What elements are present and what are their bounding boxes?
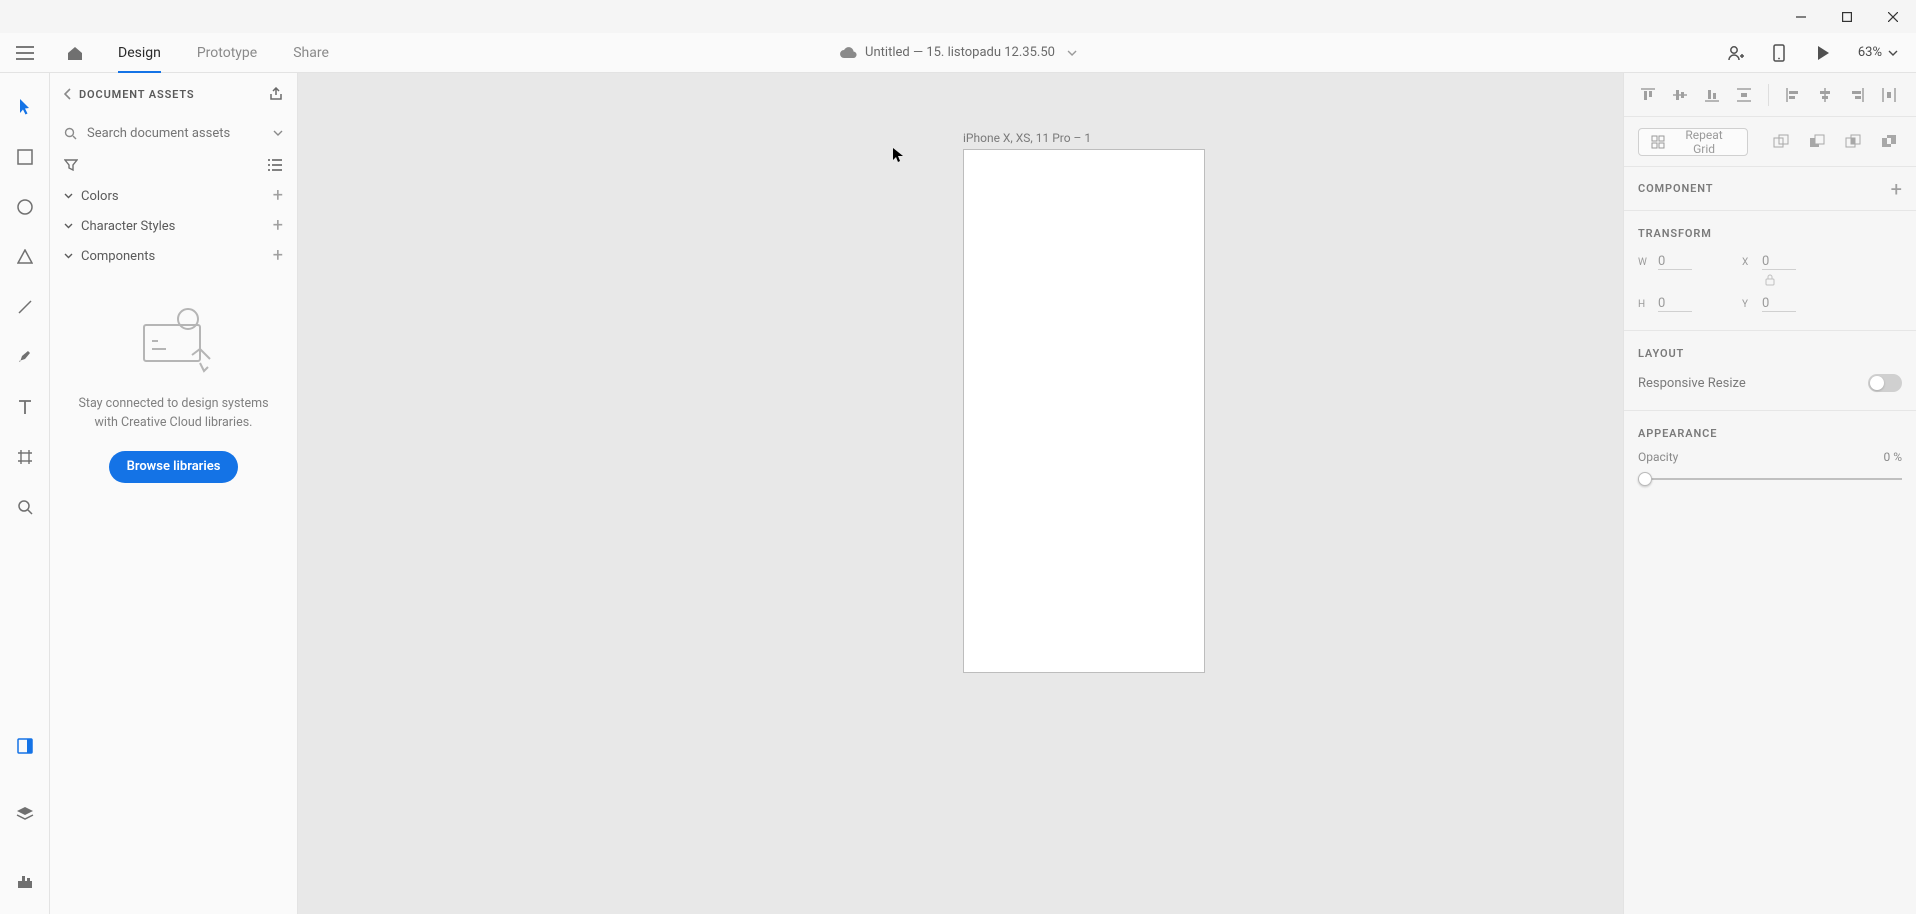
add-component-instance-button[interactable]: + — [1891, 177, 1902, 201]
artboard[interactable] — [963, 149, 1205, 673]
layers-panel-button[interactable] — [11, 800, 39, 828]
component-section-header: COMPONENT + — [1624, 167, 1916, 211]
tab-design[interactable]: Design — [100, 33, 179, 73]
assets-back-button[interactable] — [64, 88, 71, 100]
align-right-icon[interactable] — [1843, 81, 1871, 109]
width-field[interactable]: W 0 — [1638, 254, 1718, 270]
tab-share[interactable]: Share — [275, 33, 347, 73]
empty-message: Stay connected to design systems with Cr… — [70, 395, 277, 433]
assets-section-colors[interactable]: Colors + — [50, 181, 297, 211]
height-field[interactable]: H 0 — [1638, 296, 1718, 312]
add-component-button[interactable]: + — [273, 247, 283, 265]
filter-icon[interactable] — [64, 159, 78, 171]
assets-panel: DOCUMENT ASSETS — [50, 73, 298, 914]
zoom-tool[interactable] — [11, 493, 39, 521]
play-preview-button[interactable] — [1802, 33, 1844, 73]
transform-section: TRANSFORM W 0 X 0 — [1624, 211, 1916, 331]
align-top-icon[interactable] — [1634, 81, 1662, 109]
plugins-panel-button[interactable] — [11, 868, 39, 896]
text-tool[interactable] — [11, 393, 39, 421]
mobile-preview-button[interactable] — [1758, 33, 1800, 73]
select-tool[interactable] — [11, 93, 39, 121]
opacity-value: 0 % — [1883, 450, 1902, 464]
artboard-tool[interactable] — [11, 443, 39, 471]
tab-prototype[interactable]: Prototype — [179, 33, 275, 73]
assets-search-input[interactable] — [87, 126, 263, 141]
alignment-row — [1624, 73, 1916, 117]
appearance-section: APPEARANCE Opacity 0 % — [1624, 411, 1916, 504]
share-invite-button[interactable] — [1714, 33, 1756, 73]
align-left-icon[interactable] — [1779, 81, 1807, 109]
chevron-down-icon — [1067, 50, 1077, 56]
repeat-grid-button[interactable]: Repeat Grid — [1638, 128, 1748, 156]
distribute-horizontal-icon[interactable] — [1875, 81, 1903, 109]
boolean-intersect-icon[interactable] — [1840, 129, 1866, 155]
y-field[interactable]: Y 0 — [1742, 296, 1822, 312]
hamburger-menu-button[interactable] — [0, 33, 50, 73]
add-color-button[interactable]: + — [273, 187, 283, 205]
publish-icon[interactable] — [269, 87, 283, 101]
window-minimize-button[interactable] — [1778, 0, 1824, 33]
document-title: Untitled — 15. listopadu 12.35.50 — [865, 45, 1055, 60]
align-middle-vertical-icon[interactable] — [1666, 81, 1694, 109]
rectangle-tool[interactable] — [11, 143, 39, 171]
toolbar — [0, 73, 50, 914]
layout-title: LAYOUT — [1638, 347, 1902, 360]
opacity-slider[interactable] — [1638, 472, 1902, 486]
x-field[interactable]: X 0 — [1742, 254, 1822, 270]
window-close-button[interactable] — [1870, 0, 1916, 33]
ellipse-tool[interactable] — [11, 193, 39, 221]
repeat-grid-row: Repeat Grid — [1624, 117, 1916, 167]
search-dropdown-icon[interactable] — [273, 130, 283, 136]
zoom-dropdown[interactable]: 63% — [1846, 45, 1910, 60]
section-label: Components — [81, 249, 155, 264]
lock-aspect-icon[interactable] — [1765, 274, 1775, 286]
assets-empty-state: Stay connected to design systems with Cr… — [50, 305, 297, 483]
document-title-area[interactable]: Untitled — 15. listopadu 12.35.50 — [839, 45, 1077, 60]
canvas[interactable]: iPhone X, XS, 11 Pro – 1 — [298, 73, 1623, 914]
align-bottom-icon[interactable] — [1698, 81, 1726, 109]
boolean-add-icon[interactable] — [1768, 129, 1794, 155]
transform-title: TRANSFORM — [1638, 227, 1902, 240]
list-view-icon[interactable] — [267, 159, 283, 171]
section-label: Character Styles — [81, 219, 175, 234]
layout-section: LAYOUT Responsive Resize — [1624, 331, 1916, 411]
browse-libraries-button[interactable]: Browse libraries — [109, 451, 239, 483]
window-maximize-button[interactable] — [1824, 0, 1870, 33]
app-header: Design Prototype Share Untitled — 15. li… — [0, 33, 1916, 73]
properties-panel: Repeat Grid COMPONENT + TRANSFORM W 0 — [1623, 73, 1916, 914]
align-center-horizontal-icon[interactable] — [1811, 81, 1839, 109]
line-tool[interactable] — [11, 293, 39, 321]
assets-section-components[interactable]: Components + — [50, 241, 297, 271]
repeat-grid-icon — [1651, 135, 1665, 149]
pen-tool[interactable] — [11, 343, 39, 371]
chevron-down-icon — [64, 223, 73, 229]
boolean-subtract-icon[interactable] — [1804, 129, 1830, 155]
zoom-value: 63% — [1858, 45, 1882, 60]
chevron-down-icon — [64, 253, 73, 259]
polygon-tool[interactable] — [11, 243, 39, 271]
distribute-vertical-icon[interactable] — [1730, 81, 1758, 109]
section-label: Colors — [81, 189, 119, 204]
assets-section-character-styles[interactable]: Character Styles + — [50, 211, 297, 241]
appearance-title: APPEARANCE — [1638, 427, 1902, 440]
libraries-illustration-icon — [124, 305, 224, 375]
artboard-label[interactable]: iPhone X, XS, 11 Pro – 1 — [963, 131, 1091, 145]
repeat-grid-label: Repeat Grid — [1673, 128, 1735, 156]
opacity-label: Opacity — [1638, 450, 1678, 464]
search-icon — [64, 127, 77, 140]
component-title: COMPONENT — [1638, 182, 1713, 195]
home-button[interactable] — [50, 33, 100, 73]
assets-panel-button[interactable] — [11, 732, 39, 760]
responsive-resize-toggle[interactable] — [1868, 374, 1902, 392]
responsive-resize-label: Responsive Resize — [1638, 376, 1746, 391]
cloud-icon — [839, 47, 857, 59]
assets-title: DOCUMENT ASSETS — [79, 88, 195, 101]
add-character-style-button[interactable]: + — [273, 217, 283, 235]
chevron-down-icon — [64, 193, 73, 199]
mouse-cursor-icon — [892, 147, 904, 163]
window-titlebar — [0, 0, 1916, 33]
boolean-exclude-icon[interactable] — [1876, 129, 1902, 155]
